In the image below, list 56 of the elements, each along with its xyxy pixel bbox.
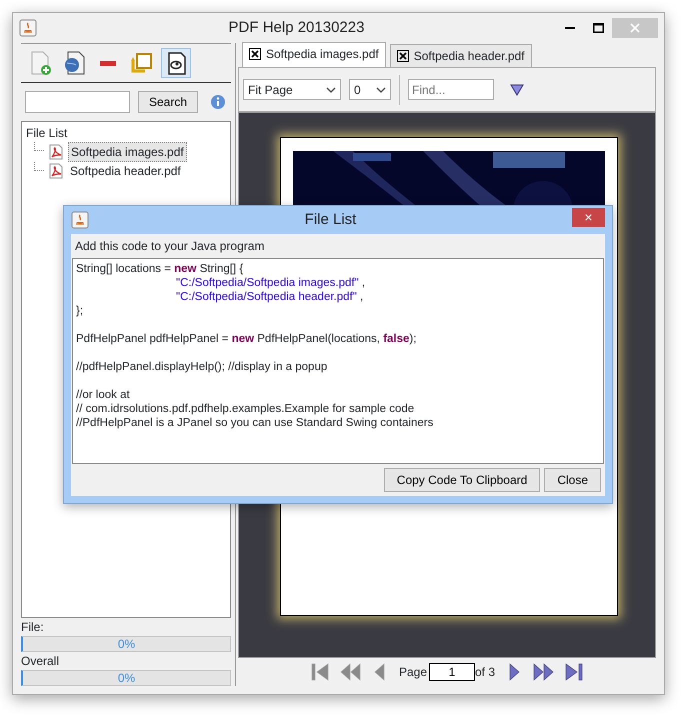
progress-label: Overall bbox=[21, 653, 60, 670]
close-tab-icon[interactable] bbox=[249, 48, 261, 60]
tree-item[interactable]: Softpedia images.pdf bbox=[68, 142, 187, 162]
progress-label: File: bbox=[21, 619, 45, 636]
java-icon bbox=[19, 19, 37, 37]
document-tab[interactable]: Softpedia header.pdf bbox=[390, 44, 532, 67]
page-field[interactable]: 1 bbox=[429, 663, 475, 681]
code-area[interactable] bbox=[72, 258, 604, 464]
tree-item[interactable]: Softpedia header.pdf bbox=[68, 162, 183, 180]
code-line: "C:/Softpedia/Softpedia images.pdf" , bbox=[175, 276, 366, 290]
progress-reading: 0% bbox=[116, 637, 136, 651]
tree-root-label: File List bbox=[26, 125, 68, 142]
close-button[interactable]: × bbox=[572, 208, 605, 227]
pdf-file-icon bbox=[48, 163, 64, 179]
nav-button[interactable] bbox=[563, 661, 586, 683]
search-button[interactable]: Search bbox=[138, 91, 198, 113]
code-line: }; bbox=[76, 304, 84, 318]
dialog-button[interactable]: Copy Code To Clipboard bbox=[384, 468, 540, 492]
page-count: of 3 bbox=[475, 664, 496, 681]
code-line: //or look at bbox=[76, 388, 130, 402]
tree-connector bbox=[34, 162, 44, 171]
window-title: PDF Help 20130223 bbox=[228, 18, 366, 38]
last-page-icon bbox=[563, 661, 586, 683]
nav-button[interactable] bbox=[533, 661, 556, 683]
info-icon[interactable] bbox=[210, 94, 226, 110]
dialog-heading: Add this code to your Java program bbox=[74, 238, 266, 255]
code-line: "C:/Softpedia/Softpedia header.pdf" , bbox=[175, 290, 364, 304]
dialog-title: File List bbox=[304, 210, 358, 230]
fast-forward-icon bbox=[533, 661, 556, 683]
java-icon bbox=[71, 211, 89, 229]
caret-icon bbox=[376, 86, 386, 92]
code-line: // com.idrsolutions.pdf.pdfhelp.examples.Example for sample code bbox=[76, 402, 414, 416]
pdf-file-icon bbox=[48, 144, 64, 160]
code-line: //pdfHelpPanel.displayHelp(); //display in a popup bbox=[76, 360, 328, 374]
first-page-icon bbox=[308, 661, 331, 683]
code-line: PdfHelpPanel pdfHelpPanel = new PdfHelpPanel(locations, false); bbox=[76, 332, 416, 346]
minimize-icon bbox=[565, 27, 575, 29]
caret-icon bbox=[326, 86, 336, 92]
search-field[interactable] bbox=[25, 91, 130, 113]
dialog-button[interactable]: Close bbox=[544, 468, 601, 492]
zoom-dropdown[interactable]: Fit Page bbox=[243, 79, 341, 100]
find-field[interactable]: Find... bbox=[408, 79, 494, 100]
progress-reading: 0% bbox=[116, 671, 136, 685]
maximize-icon bbox=[592, 23, 604, 33]
rotation-dropdown[interactable]: 0 bbox=[349, 79, 391, 100]
minus-icon bbox=[100, 60, 116, 66]
rewind-icon bbox=[338, 661, 361, 683]
page-label: Page bbox=[398, 664, 427, 681]
code-line: //PdfHelpPanel is a JPanel so you can use Standard Swing containers bbox=[76, 416, 434, 430]
toolbar-button[interactable] bbox=[161, 48, 191, 78]
code-line: String[] locations = new String[] { bbox=[76, 262, 244, 276]
close-icon bbox=[630, 23, 640, 33]
close-tab-icon[interactable] bbox=[396, 50, 409, 62]
search-options-icon[interactable] bbox=[510, 84, 524, 96]
document-tab[interactable]: Softpedia images.pdf bbox=[242, 42, 386, 67]
tree-connector bbox=[34, 142, 44, 151]
